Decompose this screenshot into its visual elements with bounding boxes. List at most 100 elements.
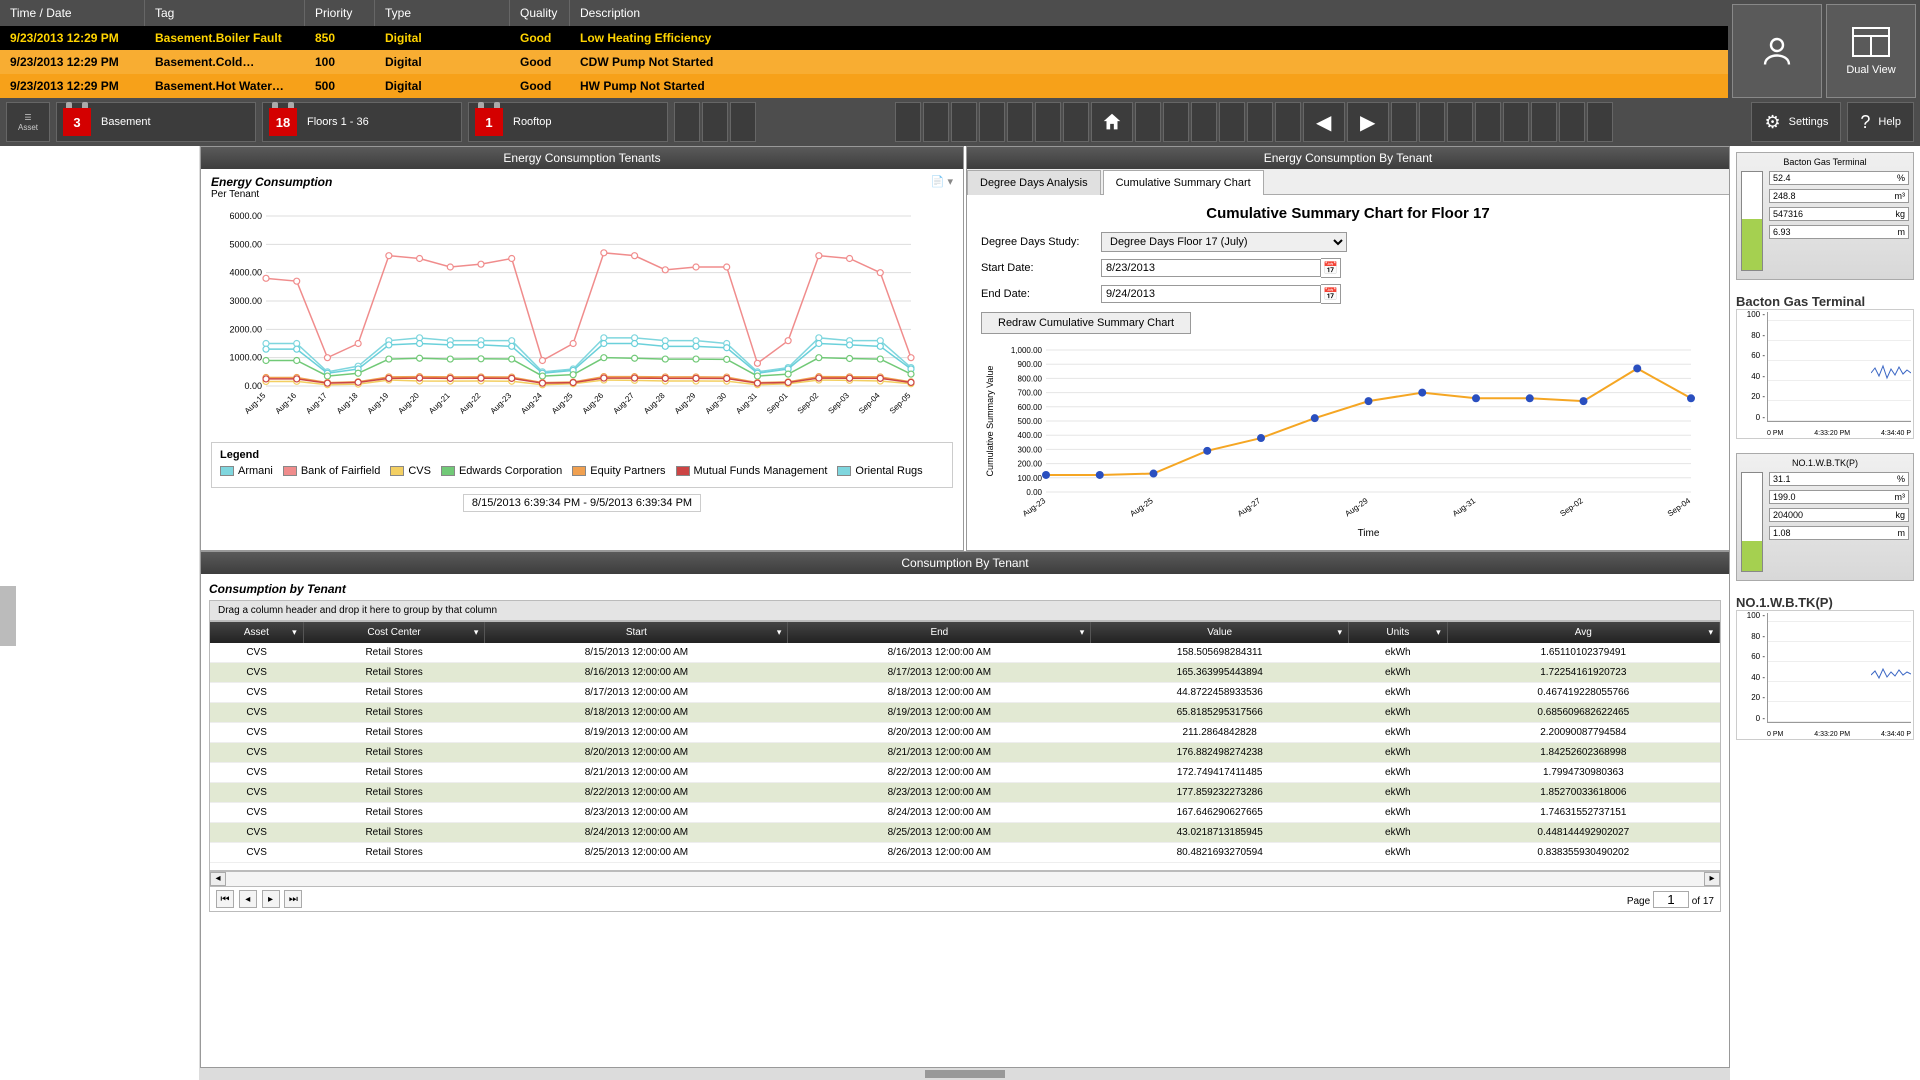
- nav-slot[interactable]: [1391, 102, 1417, 142]
- pager-prev[interactable]: ◂: [239, 890, 257, 908]
- history-back[interactable]: ◀: [1303, 102, 1345, 142]
- tab-degree-days[interactable]: Degree Days Analysis: [967, 170, 1101, 195]
- group-hint[interactable]: Drag a column header and drop it here to…: [209, 600, 1721, 621]
- table-row[interactable]: CVSRetail Stores8/18/2013 12:00:00 AM8/1…: [210, 703, 1720, 723]
- chart1-export[interactable]: 📄 ▾: [931, 175, 953, 188]
- alarm-row[interactable]: 9/23/2013 12:29 PMBasement.Hot Water…500…: [0, 74, 1920, 98]
- table-row[interactable]: CVSRetail Stores8/23/2013 12:00:00 AM8/2…: [210, 803, 1720, 823]
- zone-rooftop[interactable]: 1 Rooftop: [468, 102, 668, 142]
- table-row[interactable]: CVSRetail Stores8/22/2013 12:00:00 AM8/2…: [210, 783, 1720, 803]
- legend-item[interactable]: Armani: [220, 465, 273, 477]
- filter-icon[interactable]: ▾: [1708, 627, 1713, 638]
- table-header[interactable]: Value▾: [1091, 622, 1349, 643]
- study-select[interactable]: Degree Days Floor 17 (July): [1101, 232, 1347, 252]
- table-header[interactable]: Units▾: [1349, 622, 1448, 643]
- scroll-right[interactable]: ▸: [1704, 872, 1720, 886]
- nav-slot[interactable]: [1007, 102, 1033, 142]
- nav-slot[interactable]: [1531, 102, 1557, 142]
- nav-slot[interactable]: [1135, 102, 1161, 142]
- home-button[interactable]: [1091, 102, 1133, 142]
- bottom-splitter[interactable]: [200, 1068, 1730, 1080]
- filter-icon[interactable]: ▾: [1436, 627, 1441, 638]
- zone-basement[interactable]: 3 Basement: [56, 102, 256, 142]
- filter-icon[interactable]: ▾: [292, 627, 297, 638]
- table-header[interactable]: Asset▾: [210, 622, 303, 643]
- svg-text:Time: Time: [1358, 528, 1380, 539]
- user-button[interactable]: [1732, 4, 1822, 98]
- table-row[interactable]: CVSRetail Stores8/21/2013 12:00:00 AM8/2…: [210, 763, 1720, 783]
- filter-icon[interactable]: ▾: [777, 627, 782, 638]
- pager-last[interactable]: ⏭: [284, 890, 302, 908]
- nav-slot[interactable]: [1247, 102, 1273, 142]
- svg-text:400.00: 400.00: [1018, 431, 1043, 440]
- nav-slot[interactable]: [1503, 102, 1529, 142]
- table-row[interactable]: CVSRetail Stores8/24/2013 12:00:00 AM8/2…: [210, 823, 1720, 843]
- zone-floors[interactable]: 18 Floors 1 - 36: [262, 102, 462, 142]
- nav-slot[interactable]: [1035, 102, 1061, 142]
- pager: ⏮ ◂ ▸ ⏭ Page of 17: [209, 887, 1721, 912]
- nav-slot[interactable]: [1419, 102, 1445, 142]
- nav-slot[interactable]: [1063, 102, 1089, 142]
- nav-slot[interactable]: [730, 102, 756, 142]
- nav-slot[interactable]: [1447, 102, 1473, 142]
- nav-slot[interactable]: [1163, 102, 1189, 142]
- alarm-row[interactable]: 9/23/2013 12:29 PMBasement.Boiler Fault8…: [0, 26, 1920, 50]
- gutter-handle[interactable]: [0, 586, 16, 646]
- nav-bar: ☰ Asset 3 Basement 18 Floors 1 - 36 1 Ro…: [0, 98, 1920, 146]
- table-row[interactable]: CVSRetail Stores8/19/2013 12:00:00 AM8/2…: [210, 723, 1720, 743]
- nav-slot[interactable]: [979, 102, 1005, 142]
- nav-slot[interactable]: [951, 102, 977, 142]
- legend-item[interactable]: Bank of Fairfield: [283, 465, 380, 477]
- table-row[interactable]: CVSRetail Stores8/20/2013 12:00:00 AM8/2…: [210, 743, 1720, 763]
- table-header[interactable]: Avg▾: [1447, 622, 1719, 643]
- end-date-input[interactable]: [1101, 285, 1321, 303]
- col-tag: Tag: [145, 0, 305, 26]
- table-row[interactable]: CVSRetail Stores8/16/2013 12:00:00 AM8/1…: [210, 663, 1720, 683]
- nav-slot[interactable]: [674, 102, 700, 142]
- dual-view-button[interactable]: Dual View: [1826, 4, 1916, 98]
- table-header[interactable]: End▾: [788, 622, 1091, 643]
- settings-button[interactable]: ⚙ Settings: [1751, 102, 1841, 142]
- nav-slot[interactable]: [923, 102, 949, 142]
- start-date-input[interactable]: [1101, 259, 1321, 277]
- table-row[interactable]: CVSRetail Stores8/25/2013 12:00:00 AM8/2…: [210, 843, 1720, 863]
- chart2-plot: 0.00100.00200.00300.00400.00500.00600.00…: [981, 340, 1701, 540]
- table-scroll[interactable]: Asset▾Cost Center▾Start▾End▾Value▾Units▾…: [209, 621, 1721, 871]
- table-hscroll[interactable]: ◂▸: [209, 871, 1721, 887]
- tab-cumulative[interactable]: Cumulative Summary Chart: [1103, 170, 1264, 195]
- nav-slot[interactable]: [1587, 102, 1613, 142]
- redraw-button[interactable]: Redraw Cumulative Summary Chart: [981, 312, 1191, 334]
- calendar-icon[interactable]: 📅: [1321, 258, 1341, 278]
- nav-slot[interactable]: [1219, 102, 1245, 142]
- filter-icon[interactable]: ▾: [1338, 627, 1343, 638]
- help-button[interactable]: ? Help: [1847, 102, 1914, 142]
- nav-slot[interactable]: [702, 102, 728, 142]
- table-row[interactable]: CVSRetail Stores8/15/2013 12:00:00 AM8/1…: [210, 643, 1720, 663]
- pager-first[interactable]: ⏮: [216, 890, 234, 908]
- history-forward[interactable]: ▶: [1347, 102, 1389, 142]
- table-row[interactable]: CVSRetail Stores8/17/2013 12:00:00 AM8/1…: [210, 683, 1720, 703]
- nav-slot[interactable]: [1191, 102, 1217, 142]
- scroll-left[interactable]: ◂: [210, 872, 226, 886]
- svg-text:Aug-31: Aug-31: [1451, 496, 1478, 518]
- alarm-row[interactable]: 9/23/2013 12:29 PMBasement.Cold…100Digit…: [0, 50, 1920, 74]
- legend-item[interactable]: CVS: [390, 465, 431, 477]
- legend-item[interactable]: Equity Partners: [572, 465, 665, 477]
- filter-icon[interactable]: ▾: [474, 627, 479, 638]
- legend-item[interactable]: Mutual Funds Management: [676, 465, 828, 477]
- nav-slot[interactable]: [1275, 102, 1301, 142]
- gauge2-bar: [1741, 472, 1763, 572]
- pager-next[interactable]: ▸: [262, 890, 280, 908]
- panel1-title: Energy Consumption Tenants: [201, 147, 963, 169]
- table-header[interactable]: Start▾: [485, 622, 788, 643]
- table-header[interactable]: Cost Center▾: [303, 622, 485, 643]
- legend-item[interactable]: Edwards Corporation: [441, 465, 562, 477]
- nav-slot[interactable]: [1559, 102, 1585, 142]
- nav-slot[interactable]: [1475, 102, 1501, 142]
- nav-slot[interactable]: [895, 102, 921, 142]
- calendar-icon[interactable]: 📅: [1321, 284, 1341, 304]
- page-input[interactable]: [1653, 891, 1689, 908]
- legend-item[interactable]: Oriental Rugs: [837, 465, 922, 477]
- filter-icon[interactable]: ▾: [1080, 627, 1085, 638]
- asset-toggle-1[interactable]: ☰ Asset: [6, 102, 50, 142]
